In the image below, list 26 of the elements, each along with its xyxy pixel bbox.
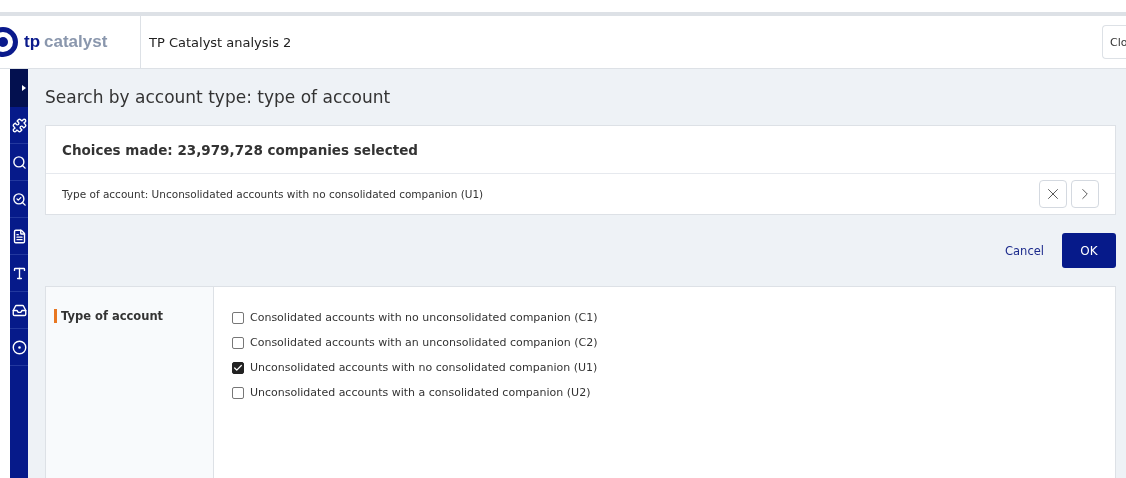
checkbox[interactable] bbox=[232, 386, 244, 399]
logo-text: catalyst bbox=[44, 32, 108, 52]
logo-text: tp bbox=[24, 32, 41, 52]
checkbox[interactable] bbox=[232, 311, 244, 324]
circle-icon bbox=[12, 339, 27, 355]
ok-button[interactable]: OK bbox=[1062, 233, 1116, 268]
criterion-text: Type of account: Unconsolidated accounts with no consolidated companion (U1) bbox=[62, 188, 485, 200]
option-label: Unconsolidated accounts with no consolidated companion (U1) bbox=[250, 361, 598, 374]
remove-button[interactable] bbox=[1039, 180, 1067, 208]
puzzle-icon bbox=[12, 117, 27, 133]
search-check-icon bbox=[12, 191, 27, 207]
search-icon bbox=[12, 154, 27, 170]
filter-label: Type of account bbox=[54, 309, 164, 323]
option-label: Consolidated accounts with an unconsolidated companion (C2) bbox=[250, 336, 598, 349]
text-icon bbox=[12, 265, 27, 281]
page-title: Search by account type: type of account bbox=[45, 87, 392, 107]
document-icon bbox=[12, 228, 27, 244]
option-label: Unconsolidated accounts with a consolidated companion (U2) bbox=[250, 386, 591, 399]
checkbox[interactable] bbox=[232, 361, 244, 374]
inbox-icon bbox=[12, 302, 27, 318]
analysis-title: TP Catalyst analysis 2 bbox=[148, 34, 293, 50]
checkbox[interactable] bbox=[232, 336, 244, 349]
close-button[interactable]: Clo bbox=[1102, 25, 1126, 59]
choices-summary: Choices made: 23,979,728 companies selected bbox=[62, 142, 418, 158]
option-label: Consolidated accounts with no unconsolidated companion (C1) bbox=[250, 311, 598, 324]
cancel-link[interactable]: Cancel bbox=[1005, 243, 1044, 258]
